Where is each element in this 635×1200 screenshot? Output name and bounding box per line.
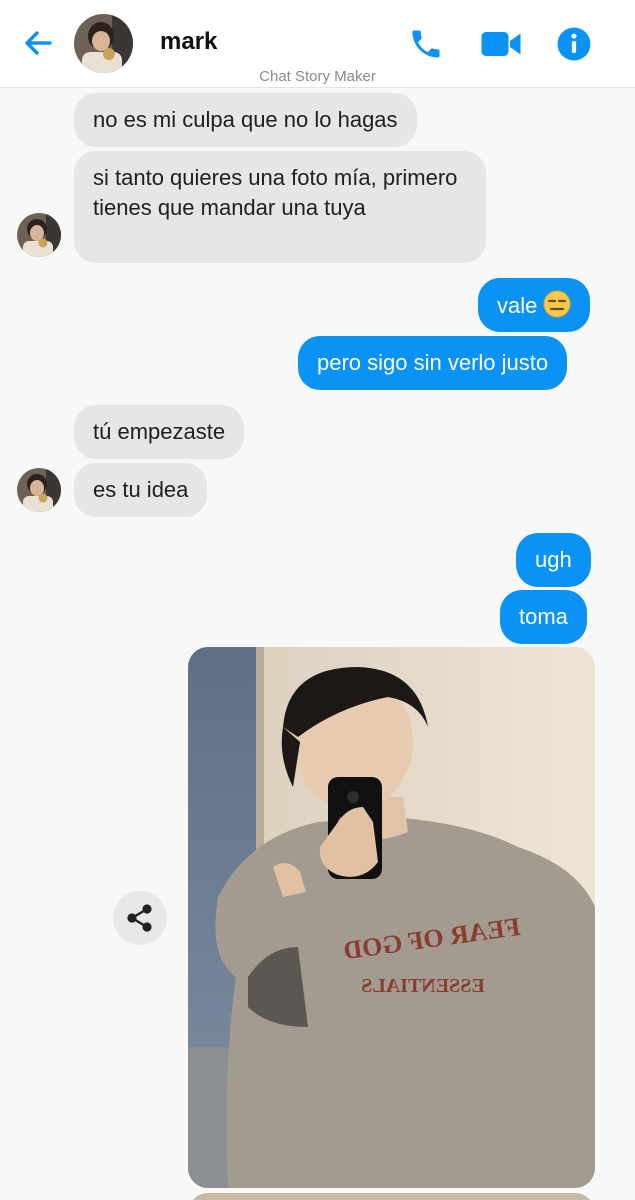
video-camera-icon[interactable] bbox=[480, 26, 522, 62]
contact-avatar-small[interactable] bbox=[17, 468, 61, 512]
arrow-left-icon[interactable] bbox=[22, 28, 54, 58]
outgoing-message[interactable]: vale bbox=[478, 278, 591, 332]
chat-header: mark Chat Story Maker bbox=[0, 0, 635, 88]
shirt-text-bottom: ESSENTIALS bbox=[361, 975, 484, 997]
phone-icon[interactable] bbox=[408, 26, 444, 62]
watermark: Chat Story Maker bbox=[259, 68, 376, 85]
share-button[interactable] bbox=[113, 891, 167, 945]
incoming-message[interactable]: es tu idea bbox=[74, 463, 208, 517]
contact-avatar-small[interactable] bbox=[17, 213, 61, 257]
mirror-selfie-image: FEAR OF GOD ESSENTIALS bbox=[188, 647, 595, 1188]
outgoing-message[interactable]: toma bbox=[500, 590, 587, 644]
share-icon bbox=[127, 904, 152, 932]
next-photo-message[interactable] bbox=[188, 1193, 595, 1200]
outgoing-message[interactable]: ugh bbox=[516, 533, 591, 587]
expressionless-face-icon bbox=[543, 290, 571, 318]
incoming-message[interactable]: tú empezaste bbox=[74, 405, 245, 459]
incoming-message[interactable]: no es mi culpa que no lo hagas bbox=[74, 93, 417, 147]
contact-avatar[interactable] bbox=[74, 14, 133, 73]
incoming-message[interactable]: si tanto quieres una foto mía, primero t… bbox=[74, 151, 486, 263]
outgoing-message[interactable]: pero sigo sin verlo justo bbox=[298, 336, 568, 390]
photo-message[interactable]: FEAR OF GOD ESSENTIALS bbox=[188, 647, 595, 1188]
contact-name[interactable]: mark bbox=[160, 28, 217, 56]
message-text: vale bbox=[497, 293, 538, 318]
info-icon[interactable] bbox=[556, 26, 592, 62]
